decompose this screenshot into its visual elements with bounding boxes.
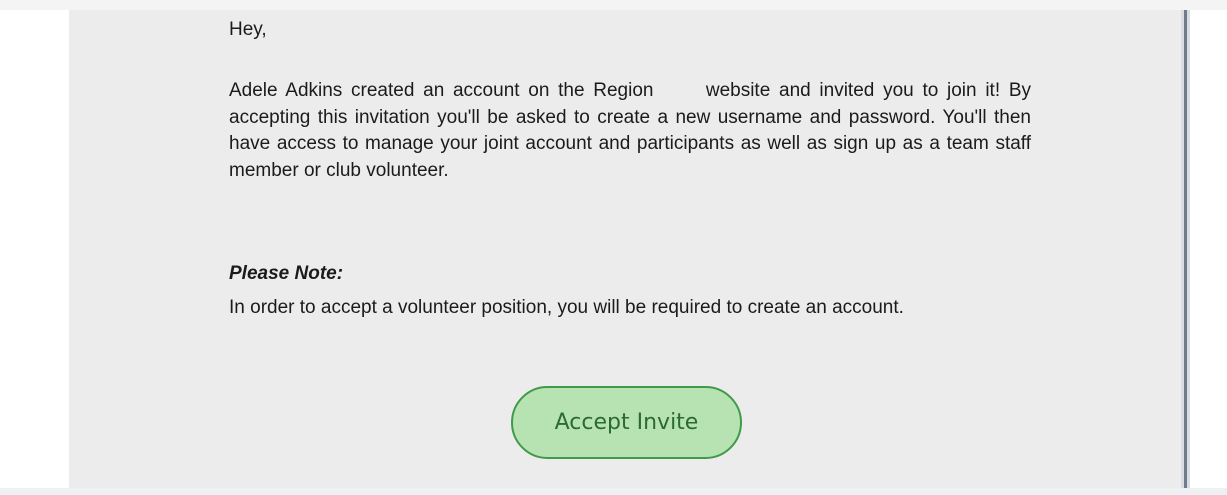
note-heading: Please Note: — [229, 263, 344, 284]
accept-invite-button[interactable]: Accept Invite — [511, 386, 742, 459]
email-body-text: Adele Adkins created an account on the R… — [229, 80, 1031, 181]
note-text: In order to accept a volunteer position,… — [229, 297, 904, 318]
window-bottom-edge — [0, 488, 1227, 495]
scrollbar-thumb[interactable] — [1184, 10, 1187, 488]
email-greeting: Hey, — [229, 19, 267, 40]
window-top-edge — [0, 0, 1227, 10]
